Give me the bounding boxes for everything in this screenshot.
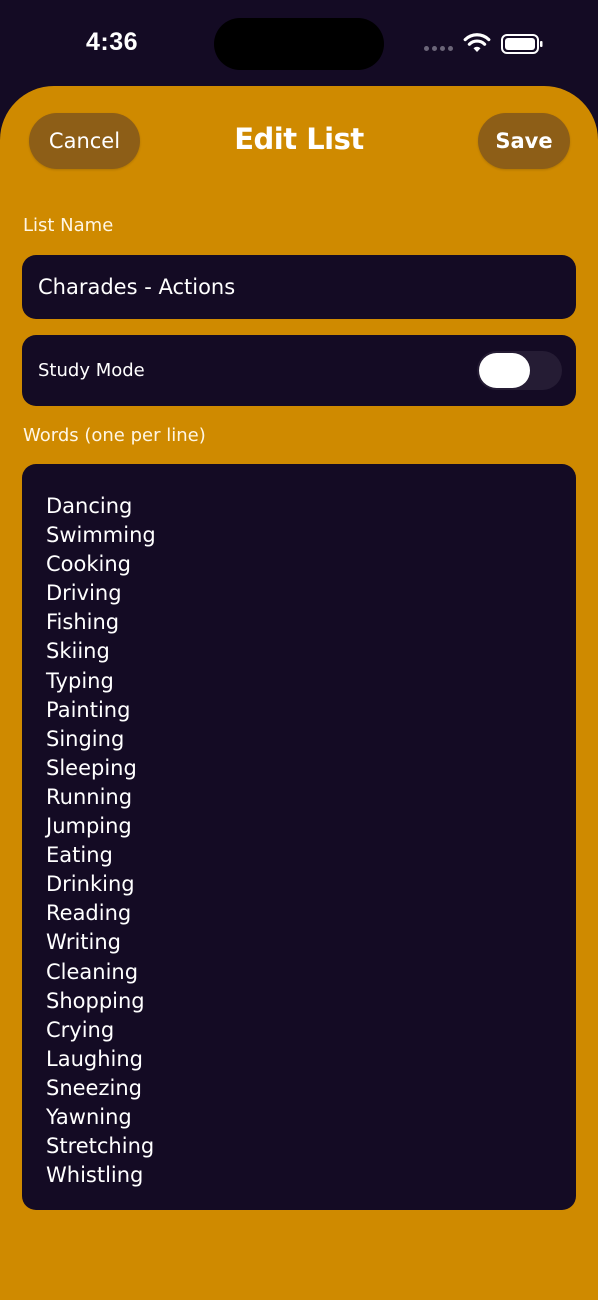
word-line: Sleeping [46, 755, 137, 780]
toggle-knob [479, 353, 530, 388]
save-button[interactable]: Save [478, 113, 570, 169]
cellular-signal-icon [424, 46, 453, 51]
status-time: 4:36 [86, 28, 139, 56]
status-bar: 4:36 [0, 0, 598, 86]
word-line: Painting [46, 697, 131, 722]
word-line: Eating [46, 843, 113, 868]
study-mode-toggle[interactable] [477, 351, 562, 390]
word-line: Cleaning [46, 959, 139, 984]
word-line: Jumping [46, 814, 132, 839]
word-line: Singing [46, 726, 125, 751]
word-line: Typing [46, 668, 114, 693]
word-line: Writing [46, 930, 121, 955]
word-line: Swimming [46, 523, 156, 548]
word-line: Reading [46, 901, 132, 926]
word-line: Stretching [46, 1134, 155, 1159]
word-line: Dancing [46, 494, 133, 518]
edit-list-sheet: Cancel Edit List Save List Name Study Mo… [0, 86, 598, 1300]
word-line: Yawning [46, 1104, 132, 1129]
word-line: Sneezing [46, 1075, 142, 1100]
battery-icon [501, 34, 543, 54]
word-line: Shopping [46, 988, 145, 1013]
dynamic-island [214, 18, 384, 70]
study-mode-label: Study Mode [38, 360, 145, 381]
word-line: Cooking [46, 552, 131, 577]
word-line: Skiing [46, 639, 110, 664]
word-line: Laughing [46, 1046, 143, 1071]
word-line: Drinking [46, 872, 135, 897]
word-line: Whistling [46, 1163, 144, 1188]
word-line: Fishing [46, 610, 120, 635]
word-line: Running [46, 784, 133, 809]
study-mode-row: Study Mode [22, 335, 576, 406]
wifi-icon [463, 33, 491, 52]
words-label: Words (one per line) [23, 425, 206, 446]
list-name-label: List Name [23, 215, 114, 236]
word-line: Crying [46, 1017, 115, 1042]
list-name-input[interactable] [22, 255, 576, 319]
word-line: Driving [46, 581, 122, 606]
words-textarea[interactable]: Dancing Swimming Cooking Driving Fishing… [22, 464, 576, 1210]
